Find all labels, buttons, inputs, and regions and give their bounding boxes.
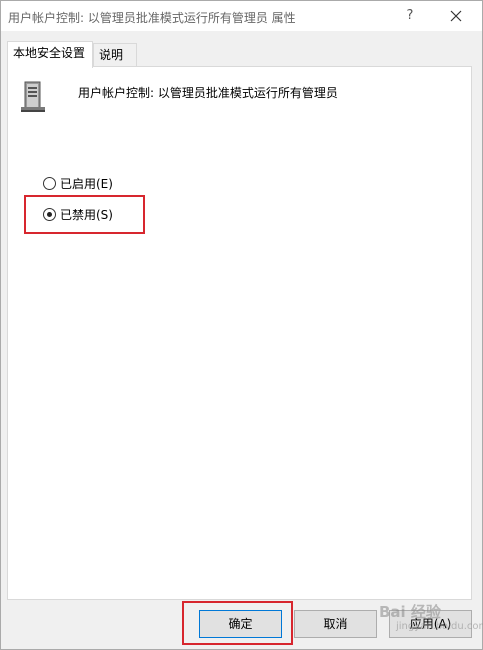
radio-disabled-label: 已禁用(S)	[60, 208, 113, 222]
properties-dialog: 用户帐户控制: 以管理员批准模式运行所有管理员 属性 ? 本地安全设置 说明 用…	[0, 0, 483, 650]
tab-explain[interactable]: 说明	[93, 43, 137, 67]
server-icon	[21, 81, 45, 112]
radio-enabled-label: 已启用(E)	[60, 177, 113, 191]
ok-button[interactable]: 确定	[199, 610, 282, 638]
radio-enabled[interactable]: 已启用(E)	[43, 175, 113, 192]
window-title: 用户帐户控制: 以管理员批准模式运行所有管理员 属性	[8, 11, 296, 25]
watermark-subtext: jingyan.baidu.com	[396, 621, 483, 632]
watermark-text: Bai 经验	[379, 603, 441, 621]
tab-panel: 用户帐户控制: 以管理员批准模式运行所有管理员 已启用(E) 已禁用(S)	[7, 66, 472, 600]
help-button[interactable]: ?	[397, 5, 423, 27]
radio-disabled[interactable]: 已禁用(S)	[43, 206, 113, 223]
radio-disabled-circle[interactable]	[43, 208, 56, 221]
close-icon	[450, 10, 462, 22]
close-button[interactable]	[433, 1, 479, 31]
cancel-button[interactable]: 取消	[294, 610, 377, 638]
title-bar[interactable]: 用户帐户控制: 以管理员批准模式运行所有管理员 属性 ?	[1, 1, 482, 31]
radio-enabled-circle[interactable]	[43, 177, 56, 190]
policy-name: 用户帐户控制: 以管理员批准模式运行所有管理员	[78, 86, 338, 100]
tab-local-security-setting[interactable]: 本地安全设置	[7, 41, 93, 68]
